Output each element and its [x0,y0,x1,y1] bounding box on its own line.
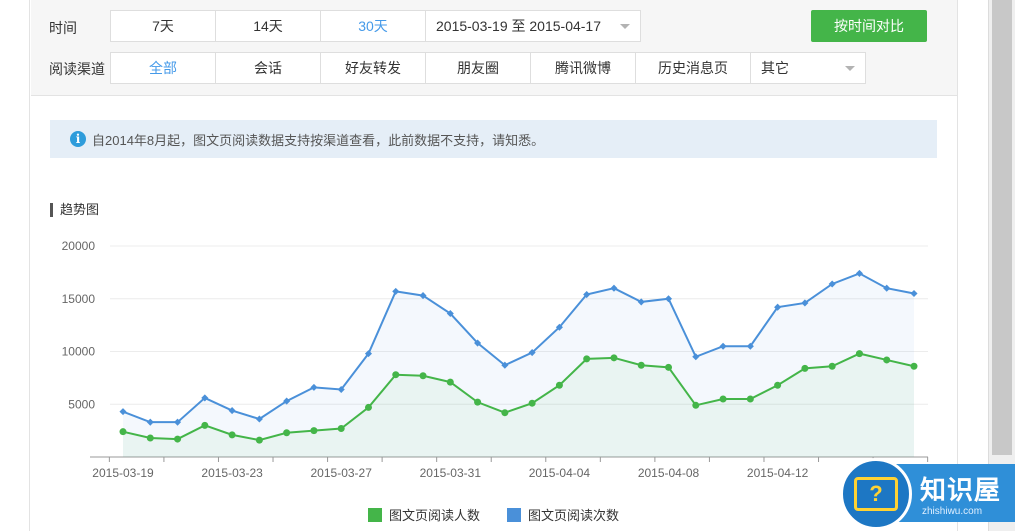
legend-swatch-reads [507,507,521,522]
data-point-readers [692,401,700,409]
data-point-readers [337,425,345,433]
x-tick-label: 2015-04-04 [529,466,591,480]
chevron-down-icon [845,66,855,71]
legend-item-readers[interactable]: 图文页阅读人数 [368,505,480,524]
channel-label: 阅读渠道 [49,61,105,77]
x-tick-label: 2015-04-08 [638,466,700,480]
x-tick-label: 2015-03-23 [201,466,263,480]
date-range-picker[interactable]: 2015-03-19 至 2015-04-17 [425,10,641,42]
info-icon: i [70,131,86,147]
channel-option-session[interactable]: 会话 [215,52,321,84]
legend-label-reads: 图文页阅读次数 [528,508,620,523]
data-point-readers [774,381,782,389]
data-point-readers [228,431,236,439]
chevron-down-icon [620,24,630,29]
time-option-30d[interactable]: 30天 [320,10,426,42]
channel-option-moments[interactable]: 朋友圈 [425,52,531,84]
filter-panel: 时间 7天 14天 30天 2015-03-19 至 2015-04-17 按时… [31,0,957,96]
data-point-readers [283,429,291,437]
x-tick-label: 2015-03-31 [420,466,482,480]
time-label: 时间 [49,20,77,36]
x-tick-label: 2015-04-12 [747,466,809,480]
channel-option-tencent-weibo[interactable]: 腾讯微博 [530,52,636,84]
channel-other-value: 其它 [761,60,789,76]
y-tick-label: 15000 [62,292,96,306]
watermark-subtitle: zhishiwu.com [922,506,983,517]
data-point-readers [719,395,727,403]
data-point-readers [637,361,645,369]
data-point-readers [174,435,182,443]
y-tick-label: 10000 [62,345,96,359]
data-point-readers [446,378,454,386]
notice-banner: i 自2014年8月起，图文页阅读数据支持按渠道查看，此前数据不支持，请知悉。 [50,120,937,158]
data-point-readers [665,363,673,371]
data-point-readers [392,371,400,379]
trend-chart: 5000 10000 15000 20000 2015-03-19 2015-03-23 2… [62,239,929,480]
data-point-readers [310,427,318,435]
time-option-14d[interactable]: 14天 [215,10,321,42]
right-gutter [957,0,988,531]
y-tick-label: 5000 [68,397,95,411]
channel-option-all[interactable]: 全部 [110,52,216,84]
data-point-readers [828,362,836,370]
zhishiwu-watermark: ? 知识屋 zhishiwu.com [840,456,1015,531]
question-monitor-icon: ? [840,458,912,530]
scrollbar[interactable] [988,0,1015,531]
y-tick-label: 20000 [62,239,96,253]
legend-swatch-readers [368,507,382,522]
legend-label-readers: 图文页阅读人数 [389,508,481,523]
compare-by-time-button[interactable]: 按时间对比 [811,10,927,42]
x-tick-label: 2015-03-27 [311,466,373,480]
data-point-readers [419,372,427,380]
data-point-readers [474,398,482,406]
scrollbar-thumb[interactable] [992,0,1012,455]
data-point-readers [746,395,754,403]
data-point-readers [201,421,209,429]
data-point-readers [119,428,127,436]
data-point-readers [364,403,372,411]
data-point-readers [528,399,536,407]
data-point-readers [555,381,563,389]
data-point-readers [583,355,591,363]
legend-item-reads[interactable]: 图文页阅读次数 [507,505,619,524]
section-title: 趋势图 [50,203,99,217]
data-point-readers [883,356,891,364]
notice-text: 自2014年8月起，图文页阅读数据支持按渠道查看，此前数据不支持，请知悉。 [92,132,545,148]
data-point-readers [855,350,863,358]
data-point-readers [255,436,263,444]
data-point-readers [610,354,618,362]
data-point-readers [146,434,154,442]
left-gutter [0,0,30,531]
time-option-7d[interactable]: 7天 [110,10,216,42]
date-range-value: 2015-03-19 至 2015-04-17 [436,18,602,34]
channel-option-history[interactable]: 历史消息页 [635,52,751,84]
x-tick-label: 2015-03-19 [92,466,154,480]
watermark-title: 知识屋 [920,476,1002,506]
data-point-readers [910,362,918,370]
channel-other-dropdown[interactable]: 其它 [750,52,866,84]
data-point-readers [501,409,509,417]
data-point-readers [801,364,809,372]
channel-option-friend-forward[interactable]: 好友转发 [320,52,426,84]
